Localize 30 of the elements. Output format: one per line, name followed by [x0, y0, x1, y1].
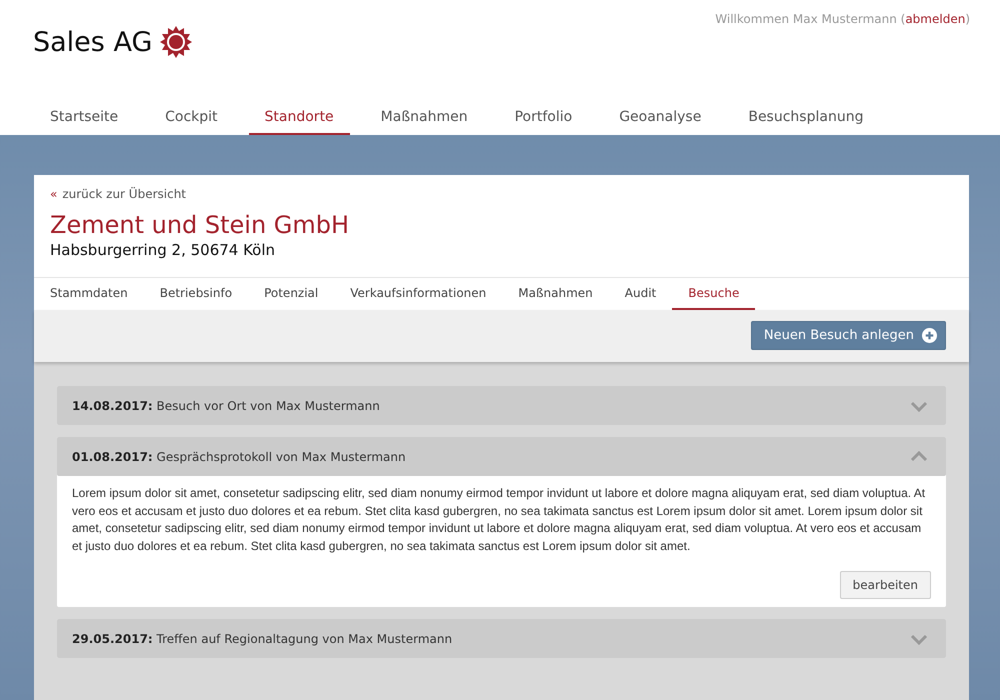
nav-tab[interactable]: Maßnahmen: [364, 109, 484, 135]
tab[interactable]: Potenzial: [248, 278, 334, 310]
visit-header[interactable]: 29.05.2017: Treffen auf Regionaltagung von Max Mustermann: [57, 619, 946, 658]
logout-link[interactable]: abmelden: [905, 12, 966, 26]
new-visit-button[interactable]: Neuen Besuch anlegen: [750, 321, 946, 350]
visit-title: 29.05.2017: Treffen auf Regionaltagung von Max Mustermann: [72, 632, 452, 646]
tab[interactable]: Maßnahmen: [502, 278, 609, 310]
visit-title: 14.08.2017: Besuch vor Ort von Max Mustermann: [72, 398, 380, 412]
sun-logo-icon: [160, 26, 192, 58]
welcome-text: Willkommen Max Mustermann (abmelden): [715, 12, 970, 26]
company-address: Habsburgerring 2, 50674 Köln: [50, 241, 276, 259]
chevron-left-icon: «: [50, 187, 58, 201]
nav-tab[interactable]: Portfolio: [498, 109, 588, 135]
visit-header[interactable]: 14.08.2017: Besuch vor Ort von Max Mustermann: [57, 386, 946, 425]
plus-circle-icon: [922, 328, 937, 343]
tab[interactable]: Betriebsinfo: [144, 278, 248, 310]
company-title: Zement und Stein GmbH: [50, 211, 350, 239]
visit-header[interactable]: 01.08.2017: Gesprächsprotokoll von Max Mustermann: [57, 437, 946, 476]
edit-button[interactable]: bearbeiten: [840, 571, 931, 599]
back-link[interactable]: zurück zur Übersicht: [62, 187, 186, 201]
logo-text: Sales AG: [33, 26, 152, 58]
tab[interactable]: Verkaufsinformationen: [334, 278, 502, 310]
nav-tab[interactable]: Cockpit: [149, 109, 234, 135]
nav-tab[interactable]: Startseite: [34, 109, 134, 135]
nav-tab[interactable]: Besuchsplanung: [732, 109, 880, 135]
nav-tab[interactable]: Geoanalyse: [603, 109, 718, 135]
tab[interactable]: Audit: [608, 278, 672, 310]
tab[interactable]: Stammdaten: [34, 278, 144, 310]
visit-title: 01.08.2017: Gesprächsprotokoll von Max Mustermann: [72, 450, 406, 464]
visit-text: Lorem ipsum dolor sit amet, consetetur sadipscing elitr, sed diam nonumy eirmod tempor invidunt ut labore et dolore magna aliquyam erat, sed diam voluptua. At vero eos et accusam et justo duo dolores et ea rebum. Stet clita kasd gubergren, no sea takimata sanctus est Lorem ipsum dolor sit amet. Lorem ipsum dolor sit amet, consetetur sadipscing elitr, sed diam nonumy eirmod tempor invidunt ut labore et dolore magna aliquyam erat, sed diam voluptua. At vero eos et accusam et justo duo dolores et ea rebum. Stet clita kasd gubergren, no sea takimata sanctus est Lorem ipsum dolor sit amet.: [72, 485, 926, 554]
